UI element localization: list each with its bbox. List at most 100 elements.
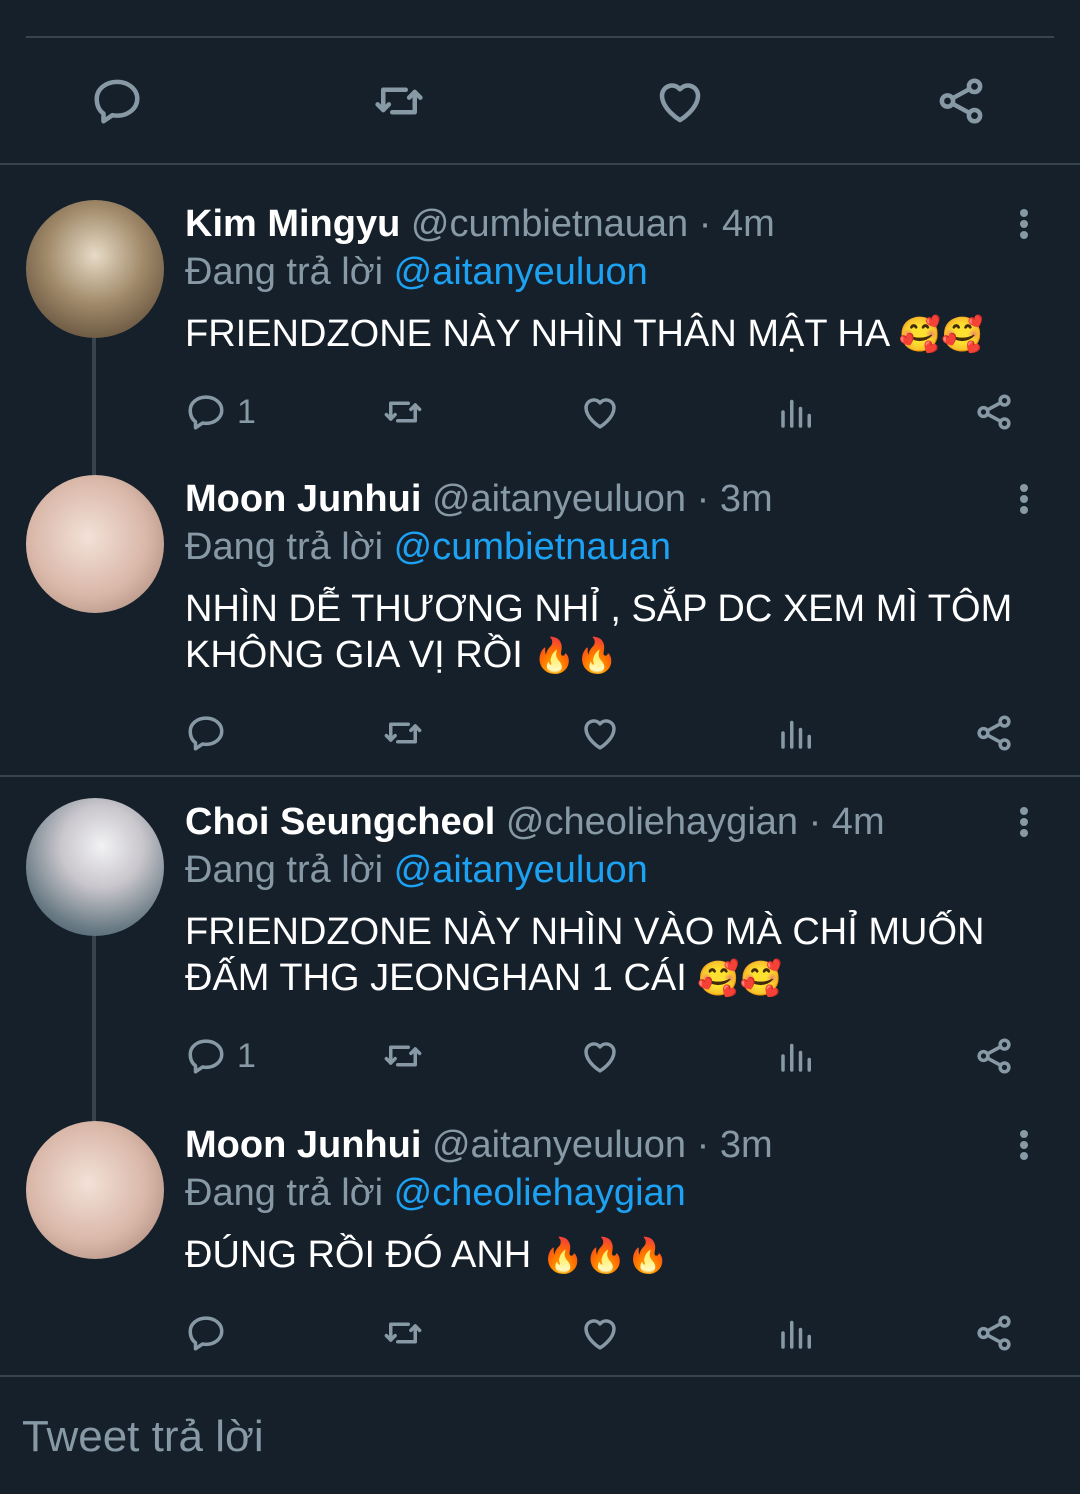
reply-button[interactable] [185,1308,237,1358]
share-button[interactable] [973,387,1015,437]
tweet-text: NHÌN DỄ THƯƠNG NHỈ , SẮP DC XEM MÌ TÔM K… [185,586,1025,679]
more-options-button[interactable] [1006,1130,1042,1160]
tweet-text-content: ĐÚNG RỒI ĐÓ ANH [185,1234,532,1276]
emoji: 🔥🔥🔥 [541,1236,669,1276]
mention-link[interactable]: @cheoliehaygian [394,1172,686,1214]
share-icon [977,715,1011,751]
handle[interactable]: @aitanyeuluon [432,1124,686,1166]
tweet-text: ĐÚNG RỒI ĐÓ ANH 🔥🔥🔥 [185,1232,1025,1279]
like-icon [584,719,616,750]
analytics-icon [781,720,811,749]
display-name[interactable]: Moon Junhui [185,478,421,520]
more-options-button[interactable] [1006,807,1042,837]
timestamp: · 4m [698,203,775,245]
tweet-thread-screen: Kim Mingyu @cumbietnauan · 4m Đang trả l… [0,0,1080,1494]
share-icon [939,78,983,124]
share-button[interactable] [973,1031,1015,1081]
handle[interactable]: @cheoliehaygian [506,801,798,843]
display-name[interactable]: Kim Mingyu [185,203,400,245]
share-button[interactable] [973,1308,1015,1358]
replying-to-label: Đang trả lời [185,849,384,891]
more-options-button[interactable] [1006,209,1042,239]
analytics-button[interactable] [776,1031,818,1081]
analytics-icon [781,1043,811,1072]
tweet-header: Moon Junhui @aitanyeuluon · 3m [185,476,773,522]
divider [0,1375,1080,1377]
top-divider [26,36,1054,38]
display-name[interactable]: Moon Junhui [185,1124,421,1166]
avatar[interactable] [26,1121,164,1259]
analytics-button[interactable] [776,387,818,437]
divider [0,775,1080,777]
timestamp: · 3m [696,478,773,520]
tweet-text-content: FRIENDZONE NÀY NHÌN THÂN MẬT HA [185,313,889,355]
emoji: 🥰🥰 [697,959,783,999]
like-button[interactable] [579,1308,621,1358]
like-button[interactable] [579,1031,621,1081]
avatar[interactable] [26,798,164,936]
tweet-header: Kim Mingyu @cumbietnauan · 4m [185,201,775,247]
replying-to-label: Đang trả lời [185,251,384,293]
tweet-text: FRIENDZONE NÀY NHÌN VÀO MÀ CHỈ MUỐN ĐẤM … [185,909,1025,1002]
dot [1020,807,1028,815]
reply-count: 1 [237,392,256,431]
reply-icon [188,395,224,430]
main-tweet-actions [0,60,1080,142]
analytics-button[interactable] [776,1308,818,1358]
dot [1020,495,1028,503]
share-icon [977,1315,1011,1351]
more-options-button[interactable] [1006,484,1042,514]
retweet-icon [384,1045,422,1067]
tweet-actions [0,1308,1080,1358]
emoji: 🔥🔥 [533,636,619,676]
analytics-button[interactable] [776,708,818,758]
handle[interactable]: @aitanyeuluon [432,478,686,520]
reply-icon [188,1316,224,1351]
timestamp: · 3m [696,1124,773,1166]
main-reply-button[interactable] [76,60,158,142]
main-retweet-button[interactable] [358,60,440,142]
avatar[interactable] [26,200,164,338]
reply-icon [188,1039,224,1074]
display-name[interactable]: Choi Seungcheol [185,801,495,843]
mention-link[interactable]: @cumbietnauan [394,526,671,568]
replying-to-label: Đang trả lời [185,1172,384,1214]
tweet-text: FRIENDZONE NÀY NHÌN THÂN MẬT HA 🥰🥰 [185,311,1025,358]
like-button[interactable] [579,708,621,758]
like-icon [584,1319,616,1350]
emoji: 🥰🥰 [898,315,984,355]
retweet-icon [384,401,422,423]
retweet-button[interactable] [382,708,424,758]
like-icon [659,83,701,123]
retweet-button[interactable] [382,1308,424,1358]
main-like-button[interactable] [639,60,721,142]
retweet-button[interactable] [382,1031,424,1081]
reply-icon [188,716,224,751]
main-share-button[interactable] [920,60,1002,142]
avatar[interactable] [26,475,164,613]
reply-composer-input[interactable]: Tweet trả lời [22,1412,264,1462]
like-button[interactable] [579,387,621,437]
tweet-actions: 1 [0,1031,1080,1081]
reply-button[interactable]: 1 [185,387,256,437]
share-icon [977,1038,1011,1074]
analytics-icon [781,399,811,428]
retweet-icon [384,722,422,744]
reply-button[interactable]: 1 [185,1031,256,1081]
reply-button[interactable] [185,708,237,758]
share-button[interactable] [973,708,1015,758]
reply-icon [94,79,140,124]
dot [1020,484,1028,492]
mention-link[interactable]: @aitanyeuluon [394,849,648,891]
retweet-button[interactable] [382,387,424,437]
dot [1020,506,1028,514]
thread-line [92,936,96,1122]
timestamp: · 4m [808,801,885,843]
handle[interactable]: @cumbietnauan [411,203,688,245]
like-icon [584,398,616,429]
retweet-icon [384,1322,422,1344]
tweet-header: Choi Seungcheol @cheoliehaygian · 4m [185,799,885,845]
dot [1020,231,1028,239]
mention-link[interactable]: @aitanyeuluon [394,251,648,293]
tweet-header: Moon Junhui @aitanyeuluon · 3m [185,1122,773,1168]
